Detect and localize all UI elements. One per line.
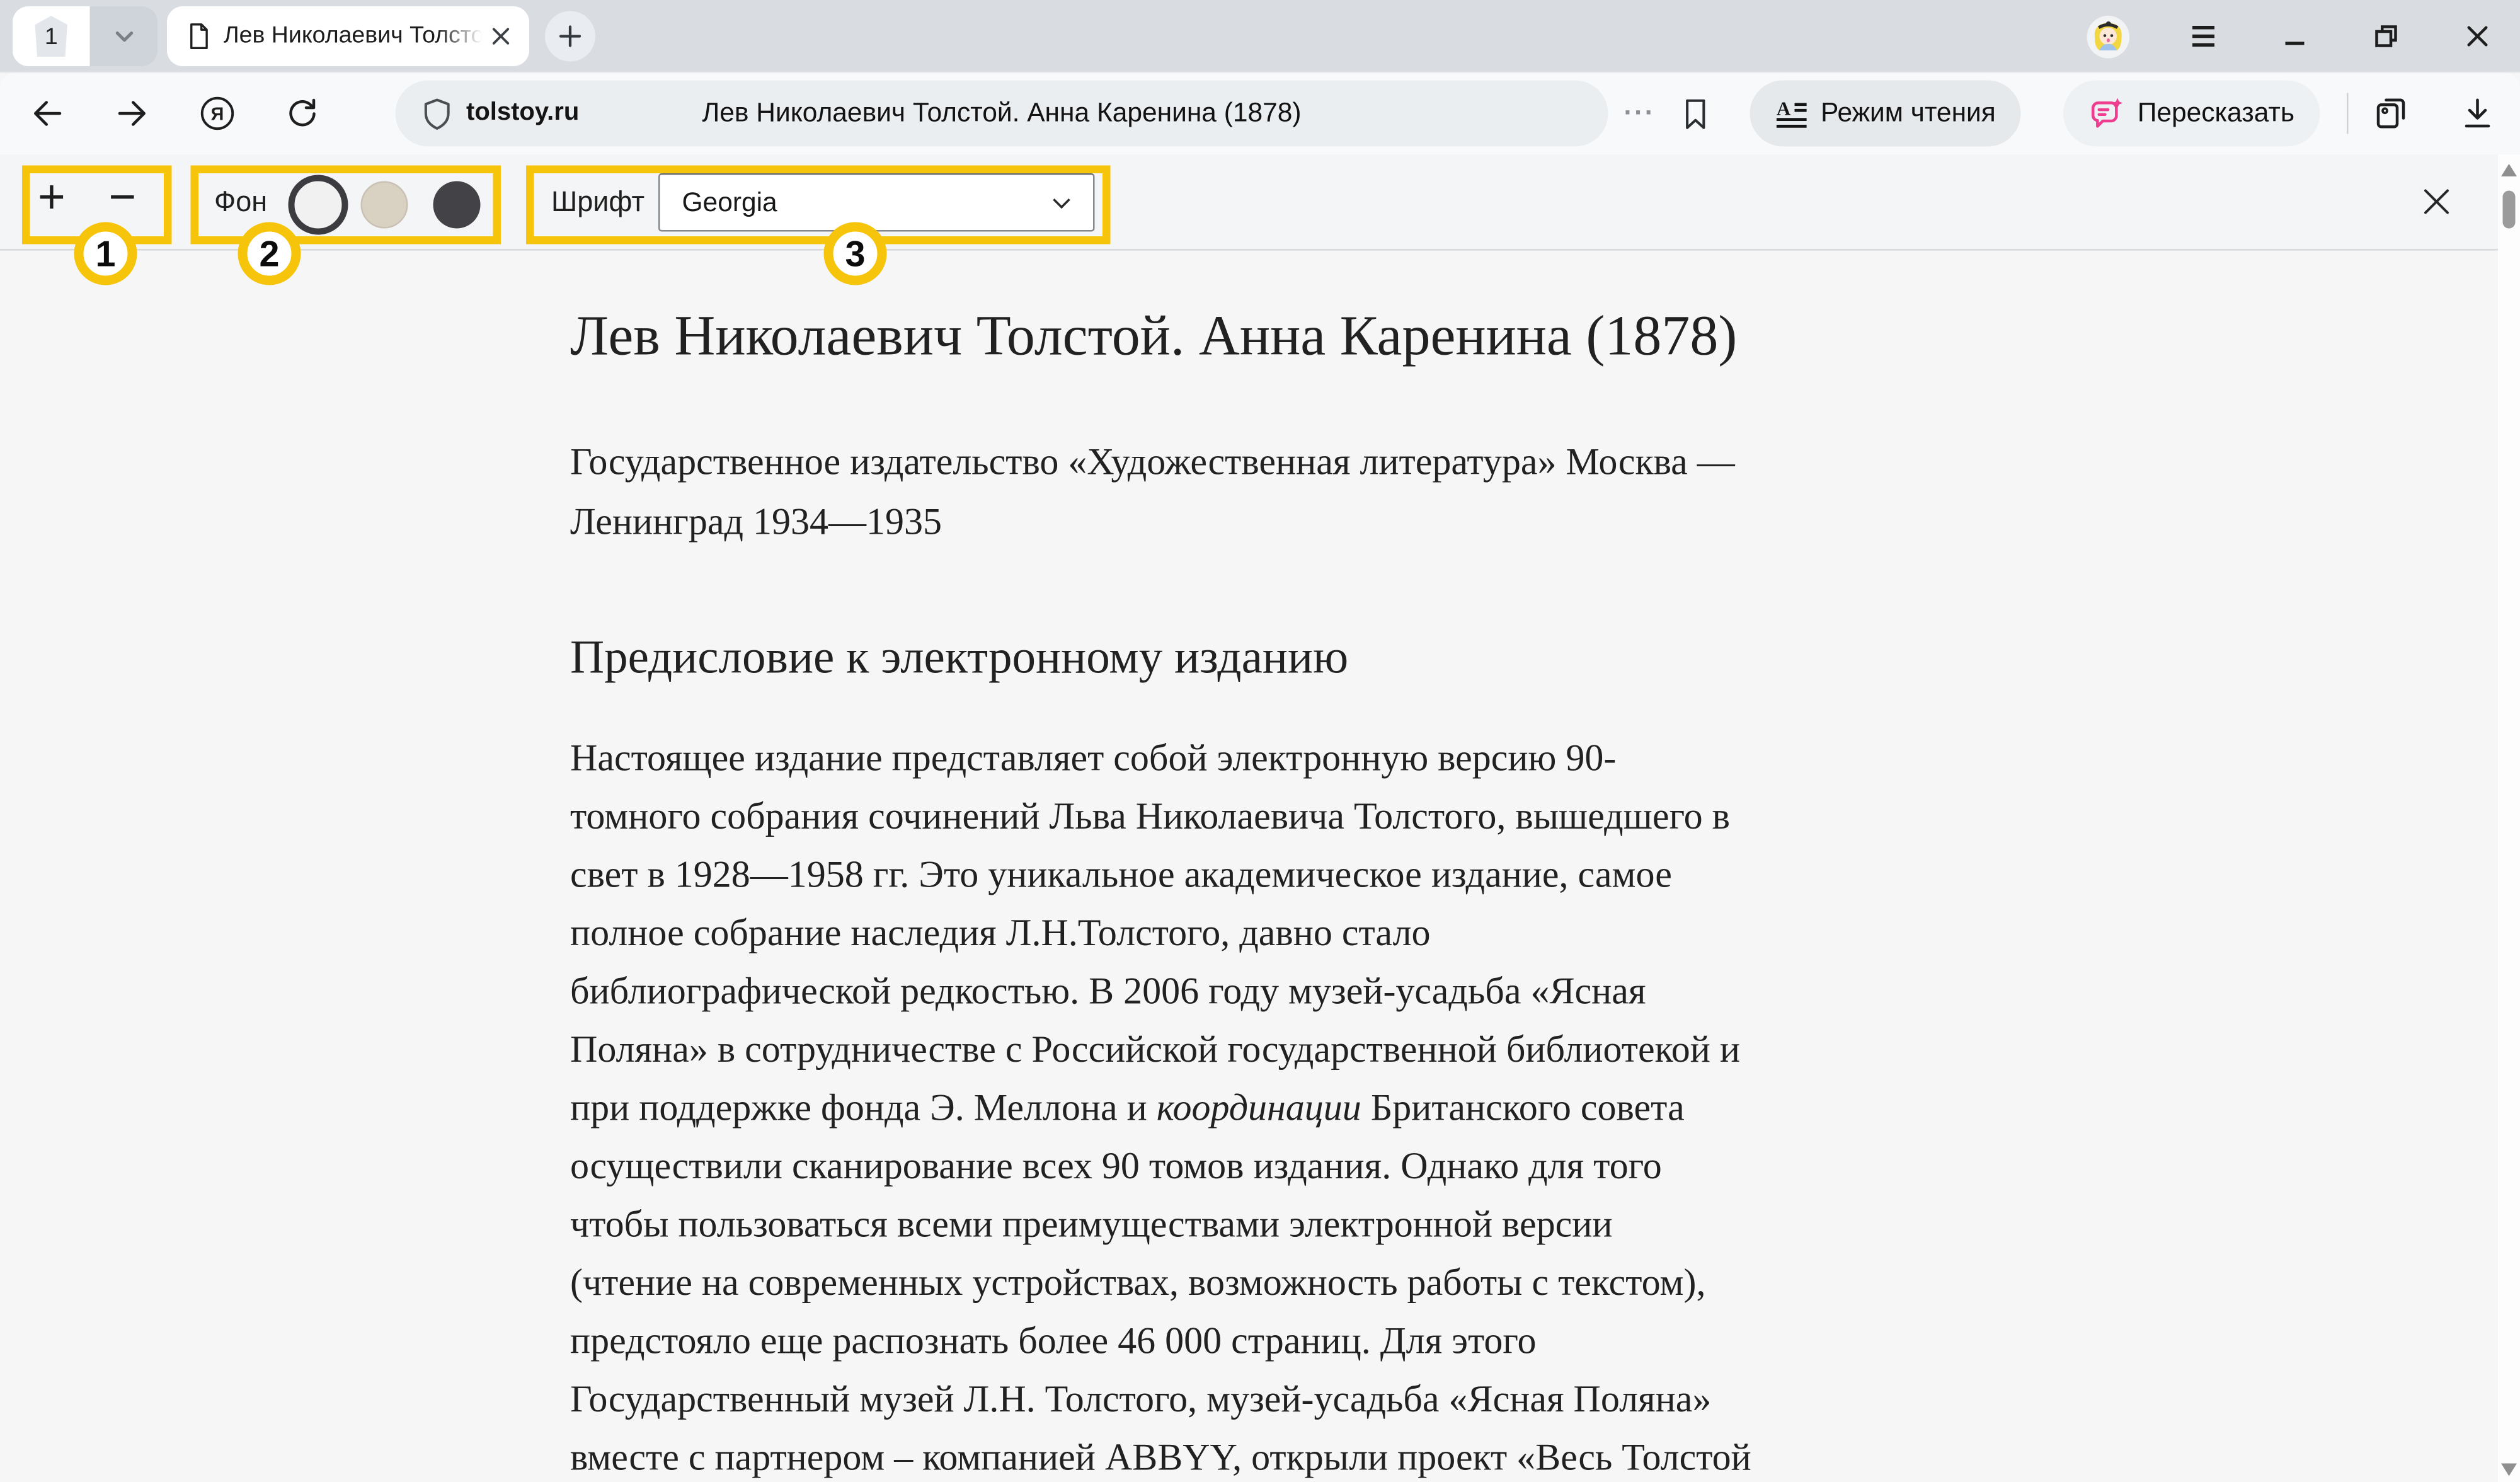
window-controls [2087, 15, 2495, 58]
bookmark-icon [1680, 95, 1713, 132]
text-line: полное собрание наследия Л.Н.Толстого, д… [570, 906, 2498, 965]
text-line: вместе с партнером – компанией ABBYY, от… [570, 1430, 2498, 1482]
restore-button[interactable] [2369, 19, 2403, 54]
text-line: томного собрания сочинений Льва Николаев… [570, 790, 2498, 848]
restore-window-icon [2372, 22, 2400, 50]
address-bar: Я tolstoy.ru Лев Николаевич Толстой. Анн… [0, 72, 2520, 154]
yandex-logo-icon: Я [198, 93, 236, 134]
back-button[interactable] [28, 95, 66, 132]
font-label: Шрифт [551, 186, 644, 219]
zoom-out-button[interactable]: − [109, 172, 137, 226]
svg-text:Я: Я [211, 105, 224, 125]
arrow-right-icon [113, 95, 151, 132]
background-swatch-sepia[interactable] [361, 181, 408, 229]
text-line: чтобы пользоваться всеми преимуществами … [570, 1197, 2498, 1256]
font-select[interactable]: Georgia [658, 173, 1095, 232]
text-line: Государственное издательство «Художестве… [570, 435, 2498, 494]
download-button[interactable] [2458, 95, 2496, 132]
scrollbar[interactable] [2498, 154, 2520, 1482]
scroll-down-arrow-icon[interactable] [2501, 1464, 2517, 1476]
tab-close-icon[interactable] [485, 21, 517, 52]
toolbar-divider [2347, 93, 2349, 134]
page-title: Лев Николаевич Толстой. Анна Каренина (1… [396, 98, 1608, 129]
main-area: + − Фон Шрифт Georgia Лев Николаевич Тол… [0, 154, 2520, 1482]
text-line: Государственный музей Л.Н. Толстого, муз… [570, 1372, 2498, 1431]
reading-mode-button[interactable]: A Режим чтения [1750, 81, 2020, 147]
tab-title-fade [438, 21, 482, 52]
scroll-up-arrow-icon[interactable] [2501, 164, 2517, 176]
forward-button[interactable] [113, 95, 151, 132]
close-window-button[interactable] [2460, 19, 2495, 54]
reading-mode-label: Режим чтения [1821, 98, 1996, 129]
hamburger-menu-icon [2188, 21, 2219, 52]
retell-ai-icon [2088, 95, 2125, 132]
text-line: свет в 1928—1958 гг. Это уникальное акад… [570, 847, 2498, 906]
tab-count-badge: 1 [30, 16, 73, 57]
text-line: Поляна» в сотрудничестве с Российской го… [570, 1023, 2498, 1081]
article-subtitle: Государственное издательство «Художестве… [570, 435, 2498, 553]
background-swatch-dark[interactable] [433, 181, 481, 229]
refresh-button[interactable] [284, 95, 321, 132]
browser-menu-button[interactable] [2186, 19, 2221, 54]
background-swatch-light[interactable] [289, 175, 348, 235]
tab-list-chevron-button[interactable] [90, 6, 158, 66]
text-line: (чтение на современных устройствах, возм… [570, 1256, 2498, 1314]
bookmark-button[interactable] [1677, 95, 1715, 132]
yandex-logo-button[interactable]: Я [198, 95, 236, 132]
tab-count-button[interactable]: 1 [13, 6, 90, 66]
active-tab[interactable]: Лев Николаевич Толстой [167, 6, 529, 66]
collections-icon [2372, 95, 2410, 132]
retell-label: Пересказать [2138, 98, 2294, 129]
chevron-down-icon [111, 24, 136, 49]
text-line: при поддержке фонда Э. Меллона и координ… [570, 1081, 2498, 1139]
more-actions-button[interactable]: ··· [1624, 98, 1656, 129]
tab-bar: 1 Лев Николаевич Толстой [0, 0, 2520, 72]
refresh-icon [284, 95, 321, 132]
zoom-in-button[interactable]: + [38, 172, 66, 226]
page-document-icon [186, 22, 211, 50]
text-line: осуществили сканирование всех 90 томов и… [570, 1139, 2498, 1198]
arrow-left-icon [28, 95, 66, 132]
close-icon [2463, 22, 2492, 50]
text-line: Ленинград 1934—1935 [570, 494, 2498, 553]
close-icon [2419, 185, 2454, 219]
minimize-icon [2281, 22, 2309, 50]
profile-avatar[interactable] [2087, 15, 2130, 58]
reader-content: Лев Николаевич Толстой. Анна Каренина (1… [0, 251, 2498, 1482]
collections-button[interactable] [2370, 93, 2411, 134]
download-icon [2460, 96, 2495, 131]
svg-text:A: A [1777, 97, 1791, 118]
new-tab-button[interactable] [545, 11, 595, 62]
text-line: библиографической редкостью. В 2006 году… [570, 964, 2498, 1023]
reading-mode-icon: A [1775, 97, 1808, 130]
font-select-value: Georgia [682, 187, 777, 218]
text-line: Настоящее издание представляет собой эле… [570, 731, 2498, 790]
tab-counter: 1 [13, 6, 158, 66]
article-paragraph: Настоящее издание представляет собой эле… [570, 731, 2498, 1482]
background-label: Фон [214, 186, 267, 219]
text-line: предстояло еще распознать более 46 000 с… [570, 1314, 2498, 1372]
browser-window: 1 Лев Николаевич Толстой [0, 0, 2520, 1482]
address-field[interactable]: tolstoy.ru Лев Николаевич Толстой. Анна … [396, 81, 1608, 147]
article-title: Лев Николаевич Толстой. Анна Каренина (1… [570, 302, 2498, 370]
reader-close-button[interactable] [2416, 181, 2457, 222]
scrollbar-thumb[interactable] [2503, 191, 2516, 229]
chevron-down-icon [1049, 191, 1074, 216]
retell-button[interactable]: Пересказать [2063, 81, 2320, 147]
section-heading: Предисловие к электронному изданию [570, 630, 2498, 687]
minimize-button[interactable] [2277, 19, 2312, 54]
reader-toolbar: + − Фон Шрифт Georgia [0, 154, 2498, 251]
tab-title: Лев Николаевич Толстой [224, 21, 482, 52]
plus-icon [558, 24, 583, 49]
